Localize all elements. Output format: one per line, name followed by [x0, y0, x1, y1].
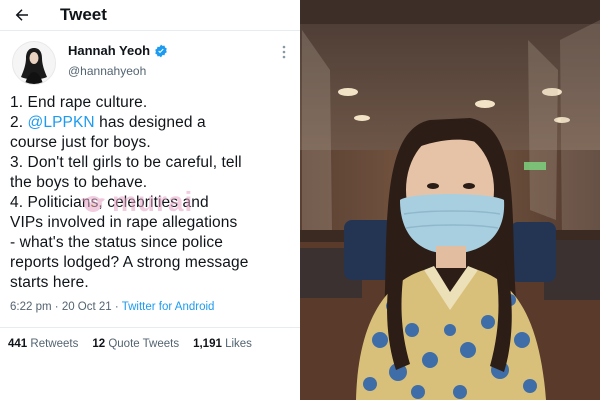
retweets-stat[interactable]: 441 Retweets	[8, 338, 78, 350]
tweet-date[interactable]: 20 Oct 21	[62, 301, 112, 313]
author-names: Hannah Yeoh @hannahyeoh	[68, 43, 168, 78]
tweet-author: Hannah Yeoh @hannahyeoh	[0, 31, 300, 89]
mention-link[interactable]: @LPPKN	[28, 114, 95, 131]
likes-stat[interactable]: 1,191 Likes	[193, 338, 252, 350]
likes-count: 1,191	[193, 338, 222, 350]
quotes-count: 12	[92, 338, 106, 350]
avatar[interactable]	[12, 41, 56, 85]
back-arrow-icon[interactable]	[12, 5, 32, 25]
author-handle[interactable]: @hannahyeoh	[68, 64, 168, 78]
author-name[interactable]: Hannah Yeoh	[68, 43, 150, 58]
portrait-photo	[300, 0, 600, 400]
verified-badge-icon	[154, 44, 168, 58]
tweet-panel: Tweet Hannah Yeoh @hannahyeoh 1. End rap…	[0, 0, 300, 400]
tweet-line: 2. @LPPKN has designed a	[10, 113, 290, 133]
tweet-line-rest: has designed a	[99, 114, 206, 131]
screenshot-collage: Tweet Hannah Yeoh @hannahyeoh 1. End rap…	[0, 0, 600, 400]
tweet-line: VIPs involved in rape allegations	[10, 214, 238, 231]
tweet-header: Tweet	[0, 0, 300, 30]
tweet-line-prefix: 2.	[10, 114, 28, 131]
tweet-text: 1. End rape culture. 2. @LPPKN has desig…	[0, 89, 300, 293]
meta-separator: ·	[114, 301, 119, 313]
tweet-line: 1. End rape culture.	[10, 94, 148, 111]
tweet-line: starts here.	[10, 274, 89, 291]
tweet-line: reports lodged? A strong message	[10, 254, 249, 271]
meta-separator: ·	[54, 301, 59, 313]
page-title: Tweet	[60, 5, 107, 24]
likes-label: Likes	[225, 338, 252, 350]
tweet-line: the boys to behave.	[10, 174, 148, 191]
tweet-line: 3. Don't tell girls to be careful, tell	[10, 154, 242, 171]
tweet-time[interactable]: 6:22 pm	[10, 301, 52, 313]
photo-panel	[300, 0, 600, 400]
tweet-line: 4. Politicians, celebrities and	[10, 194, 209, 211]
quotes-stat[interactable]: 12 Quote Tweets	[92, 338, 179, 350]
tweet-stats: 441 Retweets 12 Quote Tweets 1,191 Likes	[0, 328, 300, 350]
retweets-count: 441	[8, 338, 28, 350]
tweet-line: course just for boys.	[10, 134, 151, 151]
quotes-label: Quote Tweets	[108, 338, 180, 350]
tweet-meta: 6:22 pm · 20 Oct 21 · Twitter for Androi…	[0, 293, 300, 313]
retweets-label: Retweets	[30, 338, 79, 350]
tweet-line: - what's the status since police	[10, 234, 223, 251]
more-vertical-icon[interactable]	[282, 45, 286, 64]
tweet-client-link[interactable]: Twitter for Android	[122, 301, 215, 313]
